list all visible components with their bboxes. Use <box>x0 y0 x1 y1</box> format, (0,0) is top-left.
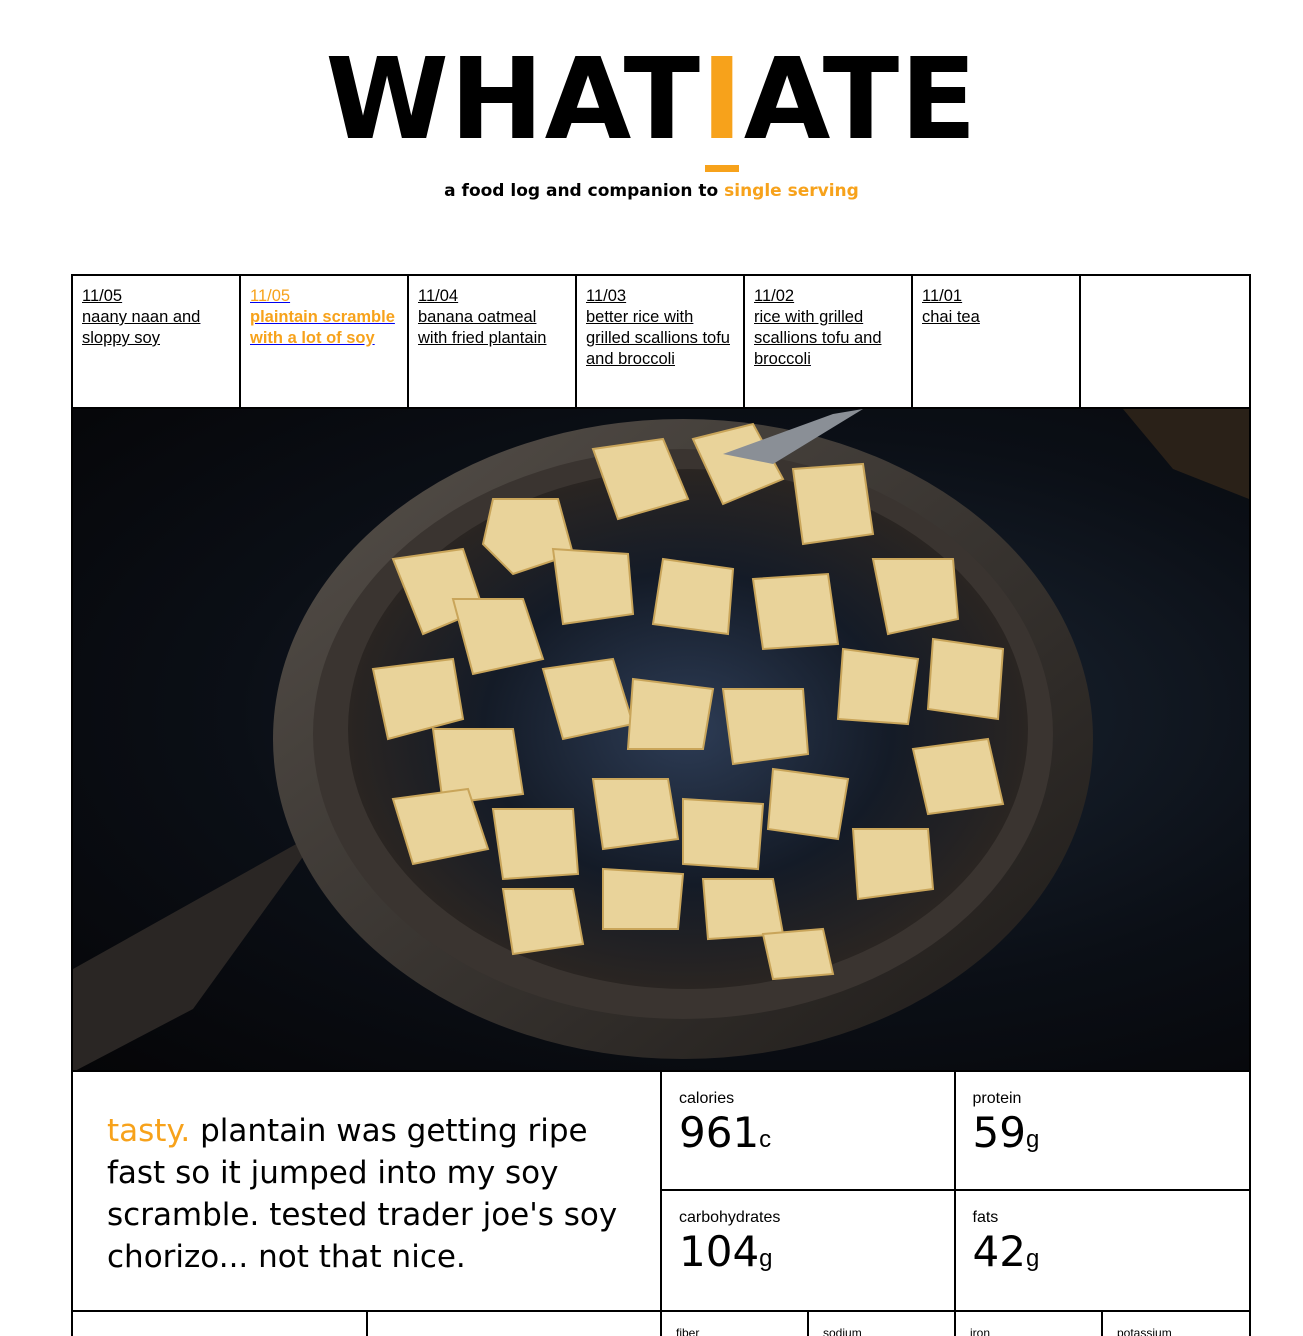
macro-unit: c <box>759 1126 772 1153</box>
macro-label: calories <box>679 1090 735 1107</box>
entry-note: tasty. plantain was getting ripe fast so… <box>73 1072 662 1310</box>
cell-label: iron <box>970 1326 991 1336</box>
micronutrients-row: fiber sodium iron potassium <box>73 1312 1249 1336</box>
entry-date: 11/02 <box>754 287 795 305</box>
logo-text-ate: ATE <box>743 35 978 165</box>
food-photo <box>73 409 1249 1072</box>
macros-panel: calories 961c protein 59g carbohydrates … <box>662 1072 1249 1310</box>
extra-cell-2 <box>368 1312 662 1336</box>
micro-iron: iron <box>956 1312 1103 1336</box>
site-logo[interactable]: WHATIATE <box>0 35 1303 165</box>
entry-date: 11/04 <box>418 287 459 305</box>
entry-title: chai tea <box>922 308 980 326</box>
tab-entry-4[interactable]: 11/03 better rice with grilled scallions… <box>577 276 745 407</box>
micro-sodium: sodium <box>809 1312 956 1336</box>
entry-title: naany naan and sloppy soy <box>82 308 201 347</box>
macro-unit: g <box>1025 1126 1040 1153</box>
extra-cell-1 <box>73 1312 368 1336</box>
plantain-skillet-illustration <box>73 409 1249 1070</box>
entry-title: plaintain scramble with a lot of soy <box>250 308 395 347</box>
entry-details: tasty. plantain was getting ripe fast so… <box>73 1072 1249 1312</box>
tab-entry-3[interactable]: 11/04 banana oatmeal with fried plantain <box>409 276 577 407</box>
tab-entry-2[interactable]: 11/05 plaintain scramble with a lot of s… <box>241 276 409 407</box>
macro-unit: g <box>1025 1245 1040 1272</box>
note-lead: tasty. <box>107 1113 191 1149</box>
macro-protein: protein 59g <box>955 1072 1249 1191</box>
tab-entry-5[interactable]: 11/02 rice with grilled scallions tofu a… <box>745 276 913 407</box>
single-serving-link[interactable]: single serving <box>724 181 859 201</box>
tab-entry-6[interactable]: 11/01 chai tea <box>913 276 1081 407</box>
macro-label: protein <box>972 1090 1022 1107</box>
entry-title: banana oatmeal with fried plantain <box>418 308 547 347</box>
macro-value: 104 <box>679 1227 760 1276</box>
tab-entry-1[interactable]: 11/05 naany naan and sloppy soy <box>73 276 241 407</box>
micro-fiber: fiber <box>662 1312 809 1336</box>
macro-calories: calories 961c <box>662 1072 956 1191</box>
entry-date: 11/05 <box>82 287 123 305</box>
tagline-text: a food log and companion to <box>444 181 719 201</box>
logo-text-i: I <box>701 35 744 165</box>
entry-date: 11/01 <box>922 287 963 305</box>
macro-label: fats <box>972 1209 999 1226</box>
entry-date: 11/03 <box>586 287 627 305</box>
entry-date: 11/05 <box>250 287 291 305</box>
macro-value: 59 <box>972 1108 1026 1157</box>
macro-fats: fats 42g <box>956 1191 1250 1310</box>
macro-value: 961 <box>679 1108 760 1157</box>
food-log-grid: 11/05 naany naan and sloppy soy 11/05 pl… <box>71 274 1251 1336</box>
macro-unit: g <box>759 1245 773 1272</box>
tagline: a food log and companion to single servi… <box>0 181 1303 201</box>
entry-title: better rice with grilled scallions tofu … <box>586 308 730 368</box>
macro-carbohydrates: carbohydrates 104g <box>662 1191 956 1310</box>
logo-text-what: WHAT <box>325 35 702 165</box>
entry-title: rice with grilled scallions tofu and bro… <box>754 308 882 368</box>
macro-value: 42 <box>972 1227 1026 1276</box>
macro-label: carbohydrates <box>679 1209 781 1226</box>
micro-potassium: potassium <box>1103 1312 1249 1336</box>
tab-empty <box>1081 276 1249 407</box>
cell-label: sodium <box>823 1326 862 1336</box>
cell-label: potassium <box>1117 1326 1172 1336</box>
cell-label: fiber <box>676 1326 700 1336</box>
entry-tabs: 11/05 naany naan and sloppy soy 11/05 pl… <box>73 276 1249 409</box>
